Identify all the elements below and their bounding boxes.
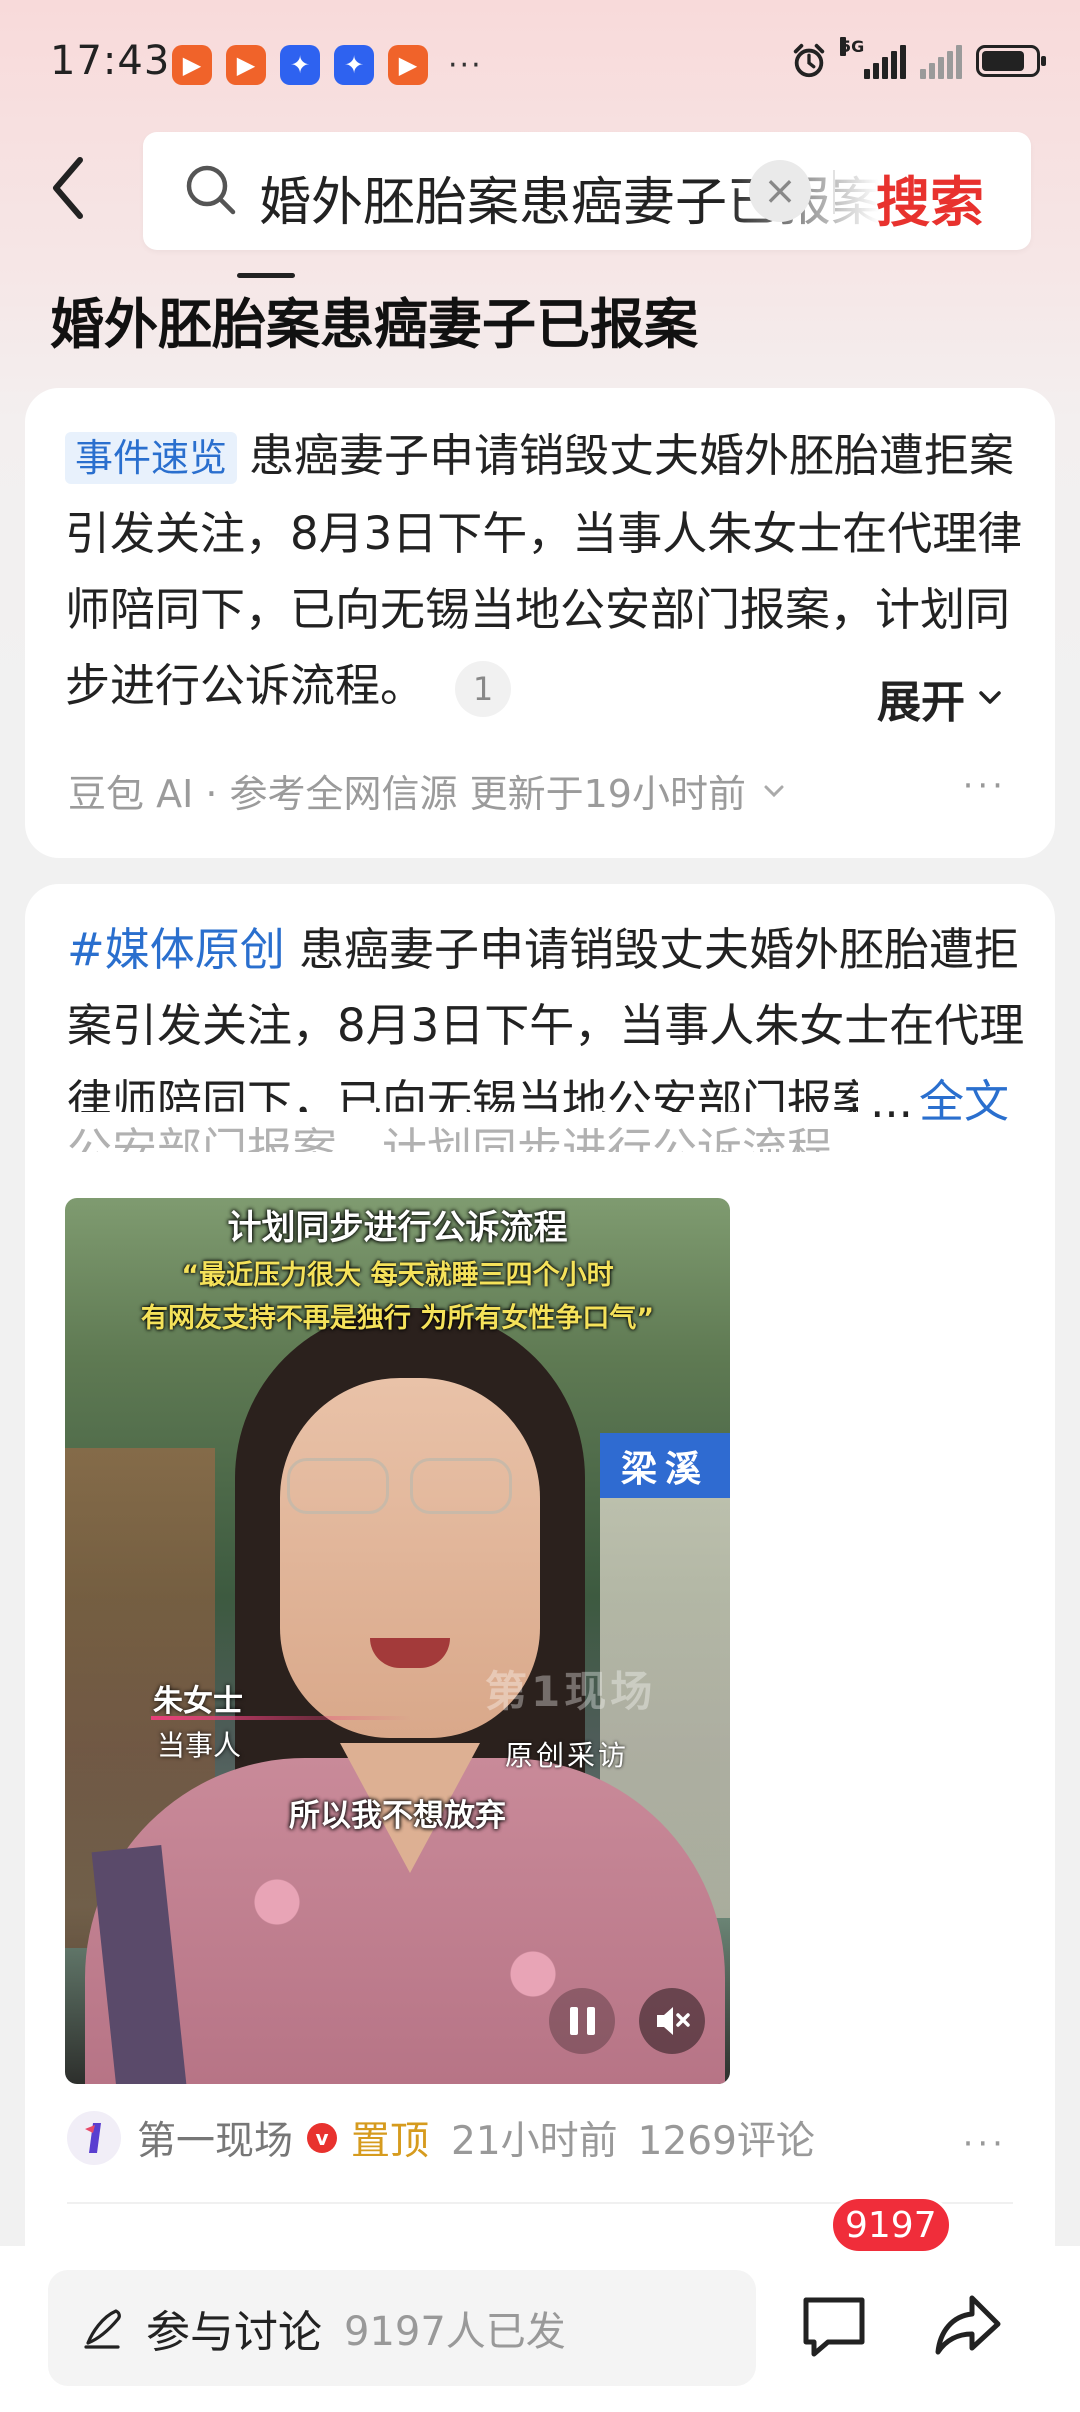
comment-count[interactable]: 1269评论 — [638, 2110, 815, 2166]
clear-search-icon[interactable]: × — [749, 160, 811, 222]
pinned-badge: 置顶 — [351, 2119, 430, 2164]
kuaishou-icon: ▶ — [388, 45, 428, 85]
channel-logo-icon — [85, 2123, 101, 2153]
page-title: 婚外胚胎案患癌妻子已报案 — [50, 293, 698, 356]
reference-badge[interactable]: 1 — [455, 661, 512, 717]
summary-meta[interactable]: 豆包 AI · 参考全网信源 更新于19小时前 — [68, 763, 788, 818]
tab-indicator — [237, 273, 295, 278]
full-text-link[interactable]: ... 全文 — [858, 1064, 1009, 1140]
video-caption: 计划同步进行公诉流程 “最近压力很大 每天就睡三四个小时 有网友支持不再是独行 … — [140, 1208, 655, 1334]
glasses — [287, 1458, 389, 1514]
summary-source: 豆包 AI · 参考全网信源 更新于19小时前 — [68, 772, 746, 816]
mute-icon[interactable] — [639, 1988, 705, 2054]
post-time: 21小时前 — [451, 2119, 618, 2164]
verified-icon: v — [307, 2123, 338, 2153]
pen-icon — [84, 2309, 121, 2349]
expand-button[interactable]: 展开 — [877, 666, 1005, 730]
video-watermark: 第1现场 — [485, 1667, 657, 1716]
tencent-icon: ✦ — [334, 45, 374, 85]
search-divider — [833, 170, 835, 214]
status-time: 17:43 — [50, 38, 171, 84]
video-watermark-sub: 原创采访 — [505, 1739, 630, 1772]
summary-tag: 事件速览 — [65, 432, 238, 484]
search-bar[interactable]: 婚外胚胎案患癌妻子已报案 × 搜索 — [143, 132, 1031, 250]
pause-icon[interactable] — [549, 1988, 615, 2054]
more-options-icon[interactable]: ··· — [963, 2124, 1007, 2164]
post-hashtag[interactable]: #媒体原创 — [67, 923, 285, 976]
more-notifications-indicator: ··· — [448, 47, 483, 83]
system-icons: 5G — [790, 37, 1046, 80]
author-name[interactable]: 第一现场 — [137, 2110, 293, 2166]
notification-icons: ▶ ▶ ✦ ✦ ▶ ··· — [172, 45, 483, 85]
status-bar: 17:43 ▶ ▶ ✦ ✦ ▶ ··· 5G — [0, 0, 1080, 130]
expand-label: 展开 — [877, 677, 965, 728]
glasses — [410, 1458, 512, 1514]
chevron-down-icon — [979, 691, 1001, 704]
alarm-icon — [793, 43, 825, 78]
chevron-down-icon — [764, 785, 784, 797]
discuss-input[interactable]: 参与讨论 9197人已发 — [48, 2270, 756, 2386]
video-name-tag: 朱女士 — [153, 1684, 243, 1719]
post-card: #媒体原创 患癌妻子申请销毁丈夫婚外胚胎遭拒案引发关注，8月3日下午，当事人朱女… — [25, 884, 1055, 2264]
discuss-label: 参与讨论 — [146, 2307, 322, 2358]
share-icon[interactable] — [928, 2286, 1008, 2366]
video-player[interactable]: 梁溪 计划同步进行公诉流程 “最近压力很大 每天就睡三四个小时 有网友支持不再是… — [65, 1198, 730, 2084]
avatar[interactable] — [67, 2111, 121, 2165]
post-author-row: 第一现场 v 置顶 21小时前 1269评论 — [67, 2110, 835, 2166]
bottom-action-bar: 参与讨论 9197人已发 — [0, 2246, 1080, 2412]
search-icon — [186, 165, 236, 215]
kuaishou-icon: ▶ — [172, 45, 212, 85]
video-subtitle: 所以我不想放弃 — [289, 1798, 506, 1834]
video-role-tag: 当事人 — [157, 1729, 242, 1762]
event-summary-card: 事件速览 患癌妻子申请销毁丈夫婚外胚胎遭拒案引发关注，8月3日下午，当事人朱女士在… — [25, 388, 1055, 858]
battery-icon — [976, 45, 1046, 77]
comment-count-badge: 9197 — [830, 2196, 952, 2254]
tencent-icon: ✦ — [280, 45, 320, 85]
back-button[interactable] — [40, 148, 100, 228]
name-tag-bar — [151, 1716, 411, 1720]
more-options-icon[interactable]: ··· — [963, 766, 1007, 806]
search-button[interactable]: 搜索 — [876, 158, 984, 237]
signal-5g-icon: 5G — [840, 37, 906, 79]
kuaishou-icon: ▶ — [226, 45, 266, 85]
street-sign: 梁溪 — [600, 1433, 730, 1498]
discuss-count: 9197人已发 — [344, 2309, 566, 2355]
signal-secondary-icon — [920, 43, 962, 79]
comment-icon[interactable] — [794, 2286, 874, 2366]
